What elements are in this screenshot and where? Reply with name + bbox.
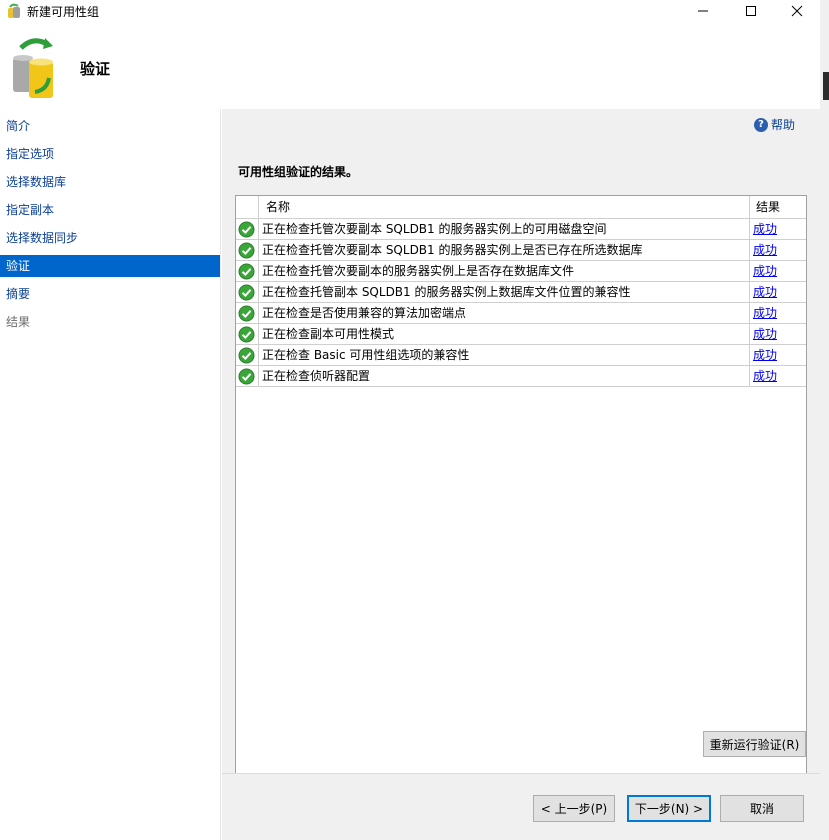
background-window-edge bbox=[820, 0, 829, 840]
success-check-icon bbox=[238, 284, 255, 301]
back-button[interactable]: < 上一步(P) bbox=[533, 795, 615, 822]
grid-header: 名称 结果 bbox=[236, 196, 806, 219]
column-header-result[interactable]: 结果 bbox=[749, 196, 806, 219]
success-check-icon bbox=[238, 263, 255, 280]
validation-results-grid: 名称 结果 正在检查托管次要副本 SQLDB1 的服务器实例上的可用磁盘空间 成功… bbox=[235, 195, 807, 822]
window-title: 新建可用性组 bbox=[27, 5, 100, 19]
row-result-link[interactable]: 成功 bbox=[749, 366, 806, 387]
row-check-name: 正在检查托管副本 SQLDB1 的服务器实例上数据库文件位置的兼容性 bbox=[258, 282, 749, 303]
row-check-name: 正在检查托管次要副本的服务器实例上是否存在数据库文件 bbox=[258, 261, 749, 282]
row-result-link[interactable]: 成功 bbox=[749, 240, 806, 261]
row-result-link[interactable]: 成功 bbox=[749, 324, 806, 345]
row-check-name: 正在检查副本可用性模式 bbox=[258, 324, 749, 345]
maximize-button[interactable] bbox=[728, 0, 774, 22]
content-panel: ? 帮助 可用性组验证的结果。 名称 结果 正在检查托管次要副本 SQLDB1 … bbox=[222, 109, 820, 822]
wizard-footer: < 上一步(P) 下一步(N) > 取消 bbox=[222, 773, 820, 840]
nav-item-results: 结果 bbox=[6, 315, 31, 329]
success-check-icon bbox=[238, 326, 255, 343]
nav-item-replicas[interactable]: 指定副本 bbox=[0, 199, 220, 221]
next-button[interactable]: 下一步(N) > bbox=[627, 795, 711, 822]
success-check-icon bbox=[238, 221, 255, 238]
help-icon: ? bbox=[754, 117, 768, 132]
wizard-header: 验证 bbox=[0, 22, 820, 109]
row-check-name: 正在检查 Basic 可用性组选项的兼容性 bbox=[258, 345, 749, 366]
close-button[interactable] bbox=[774, 0, 820, 22]
wizard-window: 新建可用性组 验证 简介 指定选项 选择数据库 指定副本 选择数据同步 验证 摘… bbox=[0, 0, 820, 840]
nav-item-databases[interactable]: 选择数据库 bbox=[0, 171, 220, 193]
table-row: 正在检查托管次要副本的服务器实例上是否存在数据库文件 成功 bbox=[236, 261, 806, 282]
help-label: 帮助 bbox=[771, 118, 796, 132]
column-header-name[interactable]: 名称 bbox=[258, 196, 749, 219]
row-result-link[interactable]: 成功 bbox=[749, 282, 806, 303]
row-result-link[interactable]: 成功 bbox=[749, 219, 806, 240]
nav-item-validation[interactable]: 验证 bbox=[0, 255, 220, 277]
nav-item-data-sync[interactable]: 选择数据同步 bbox=[0, 227, 220, 249]
page-title: 验证 bbox=[80, 60, 111, 78]
close-icon bbox=[791, 5, 803, 17]
row-result-link[interactable]: 成功 bbox=[749, 261, 806, 282]
success-check-icon bbox=[238, 347, 255, 364]
row-result-link[interactable]: 成功 bbox=[749, 345, 806, 366]
success-check-icon bbox=[238, 242, 255, 259]
title-bar: 新建可用性组 bbox=[0, 0, 820, 22]
row-result-link[interactable]: 成功 bbox=[749, 303, 806, 324]
table-row: 正在检查托管副本 SQLDB1 的服务器实例上数据库文件位置的兼容性 成功 bbox=[236, 282, 806, 303]
help-link[interactable]: ? 帮助 bbox=[754, 116, 795, 133]
row-check-name: 正在检查是否使用兼容的算法加密端点 bbox=[258, 303, 749, 324]
row-check-name: 正在检查侦听器配置 bbox=[258, 366, 749, 387]
background-edge-mark bbox=[823, 72, 829, 100]
row-check-name: 正在检查托管次要副本 SQLDB1 的服务器实例上是否已存在所选数据库 bbox=[258, 240, 749, 261]
database-sync-icon bbox=[13, 38, 53, 98]
minimize-button[interactable] bbox=[680, 0, 726, 22]
maximize-icon bbox=[746, 6, 756, 16]
table-row: 正在检查托管次要副本 SQLDB1 的服务器实例上是否已存在所选数据库 成功 bbox=[236, 240, 806, 261]
table-row: 正在检查 Basic 可用性组选项的兼容性 成功 bbox=[236, 345, 806, 366]
table-row: 正在检查是否使用兼容的算法加密端点 成功 bbox=[236, 303, 806, 324]
minimize-icon bbox=[698, 10, 708, 12]
success-check-icon bbox=[238, 368, 255, 385]
table-row: 正在检查侦听器配置 成功 bbox=[236, 366, 806, 387]
nav-item-options[interactable]: 指定选项 bbox=[0, 143, 220, 165]
app-icon bbox=[8, 3, 20, 18]
nav-item-summary[interactable]: 摘要 bbox=[0, 283, 220, 305]
rerun-validation-button[interactable]: 重新运行验证(R) bbox=[703, 731, 806, 757]
cancel-button[interactable]: 取消 bbox=[720, 795, 804, 822]
table-row: 正在检查副本可用性模式 成功 bbox=[236, 324, 806, 345]
nav-item-intro[interactable]: 简介 bbox=[0, 115, 220, 137]
table-row: 正在检查托管次要副本 SQLDB1 的服务器实例上的可用磁盘空间 成功 bbox=[236, 219, 806, 240]
row-check-name: 正在检查托管次要副本 SQLDB1 的服务器实例上的可用磁盘空间 bbox=[258, 219, 749, 240]
section-title: 可用性组验证的结果。 bbox=[238, 165, 359, 179]
success-check-icon bbox=[238, 305, 255, 322]
wizard-nav: 简介 指定选项 选择数据库 指定副本 选择数据同步 验证 摘要 结果 bbox=[0, 109, 221, 840]
